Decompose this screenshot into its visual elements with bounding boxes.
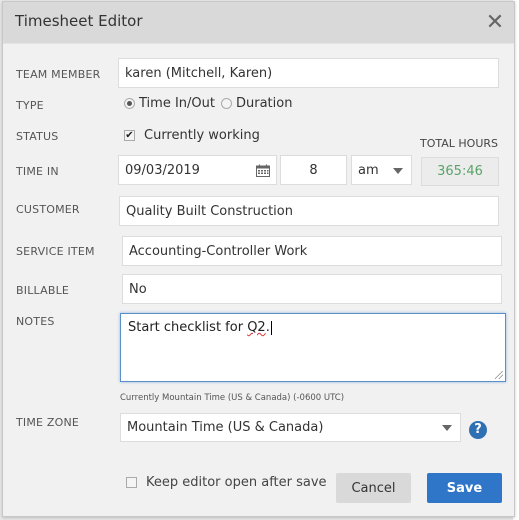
team-member-value: karen (Mitchell, Karen) [125, 65, 273, 81]
billable-value: No [129, 281, 147, 297]
dialog-titlebar: Timesheet Editor ✕ [3, 2, 514, 44]
service-item-field[interactable]: Accounting-Controller Work [122, 236, 502, 266]
notes-text: Start checklist for [128, 320, 248, 335]
keep-open-checkbox[interactable] [126, 477, 137, 488]
radio-time-in-out[interactable] [124, 98, 135, 109]
currently-working-checkbox[interactable]: ✔ [124, 130, 135, 141]
type-label: TYPE [16, 99, 44, 112]
notes-label: NOTES [16, 315, 55, 328]
time-in-label: TIME IN [16, 165, 59, 178]
time-in-date-field[interactable]: 09/03/2019 [118, 155, 277, 185]
customer-label: CUSTOMER [16, 203, 80, 216]
notes-textarea[interactable]: Start checklist for Q2. [120, 313, 506, 382]
timesheet-editor-dialog: Timesheet Editor ✕ TEAM MEMBER karen (Mi… [2, 1, 515, 517]
radio-time-in-out-label[interactable]: Time In/Out [139, 96, 215, 111]
time-zone-value: Mountain Time (US & Canada) [127, 420, 324, 435]
time-zone-label: TIME ZONE [16, 416, 80, 429]
dialog-title: Timesheet Editor [15, 12, 143, 30]
time-zone-note: Currently Mountain Time (US & Canada) (-… [120, 393, 345, 403]
text-cursor [270, 320, 272, 335]
customer-value: Quality Built Construction [126, 203, 293, 219]
time-zone-select[interactable]: Mountain Time (US & Canada) [120, 413, 461, 442]
keep-open-label[interactable]: Keep editor open after save [146, 475, 327, 490]
billable-label: BILLABLE [16, 284, 70, 297]
time-in-ampm-select[interactable]: am [351, 155, 412, 185]
time-in-hour-field[interactable]: 8 [280, 155, 347, 185]
save-button[interactable]: Save [427, 473, 502, 503]
close-icon[interactable]: ✕ [484, 12, 506, 34]
service-item-label: SERVICE ITEM [16, 245, 95, 258]
customer-field[interactable]: Quality Built Construction [119, 196, 499, 226]
radio-duration[interactable] [220, 98, 232, 109]
time-in-ampm-value: am [358, 162, 379, 178]
currently-working-label[interactable]: Currently working [144, 128, 260, 143]
team-member-field[interactable]: karen (Mitchell, Karen) [118, 58, 499, 88]
total-hours-label: TOTAL HOURS [420, 137, 498, 150]
type-radio-group: Time In/Out Duration [124, 96, 292, 111]
resize-handle-icon[interactable] [495, 371, 503, 379]
billable-field[interactable]: No [122, 274, 502, 304]
time-in-hour-value: 8 [309, 162, 318, 178]
cancel-button[interactable]: Cancel [336, 473, 411, 503]
status-label: STATUS [16, 130, 59, 143]
notes-misspelled-word: Q2 [247, 320, 266, 335]
team-member-label: TEAM MEMBER [16, 68, 101, 81]
chevron-down-icon [442, 425, 452, 431]
calendar-icon[interactable] [256, 164, 270, 177]
total-hours-value: 365:46 [421, 157, 499, 186]
status-row: ✔ Currently working [124, 128, 260, 143]
chevron-down-icon [393, 168, 403, 174]
time-in-date-value: 09/03/2019 [125, 162, 200, 178]
question-circle-icon[interactable]: ? [469, 421, 487, 439]
keep-open-row: Keep editor open after save [126, 475, 327, 490]
service-item-value: Accounting-Controller Work [129, 243, 308, 259]
radio-duration-label[interactable]: Duration [236, 96, 292, 111]
notes-text-end: . [265, 320, 270, 335]
